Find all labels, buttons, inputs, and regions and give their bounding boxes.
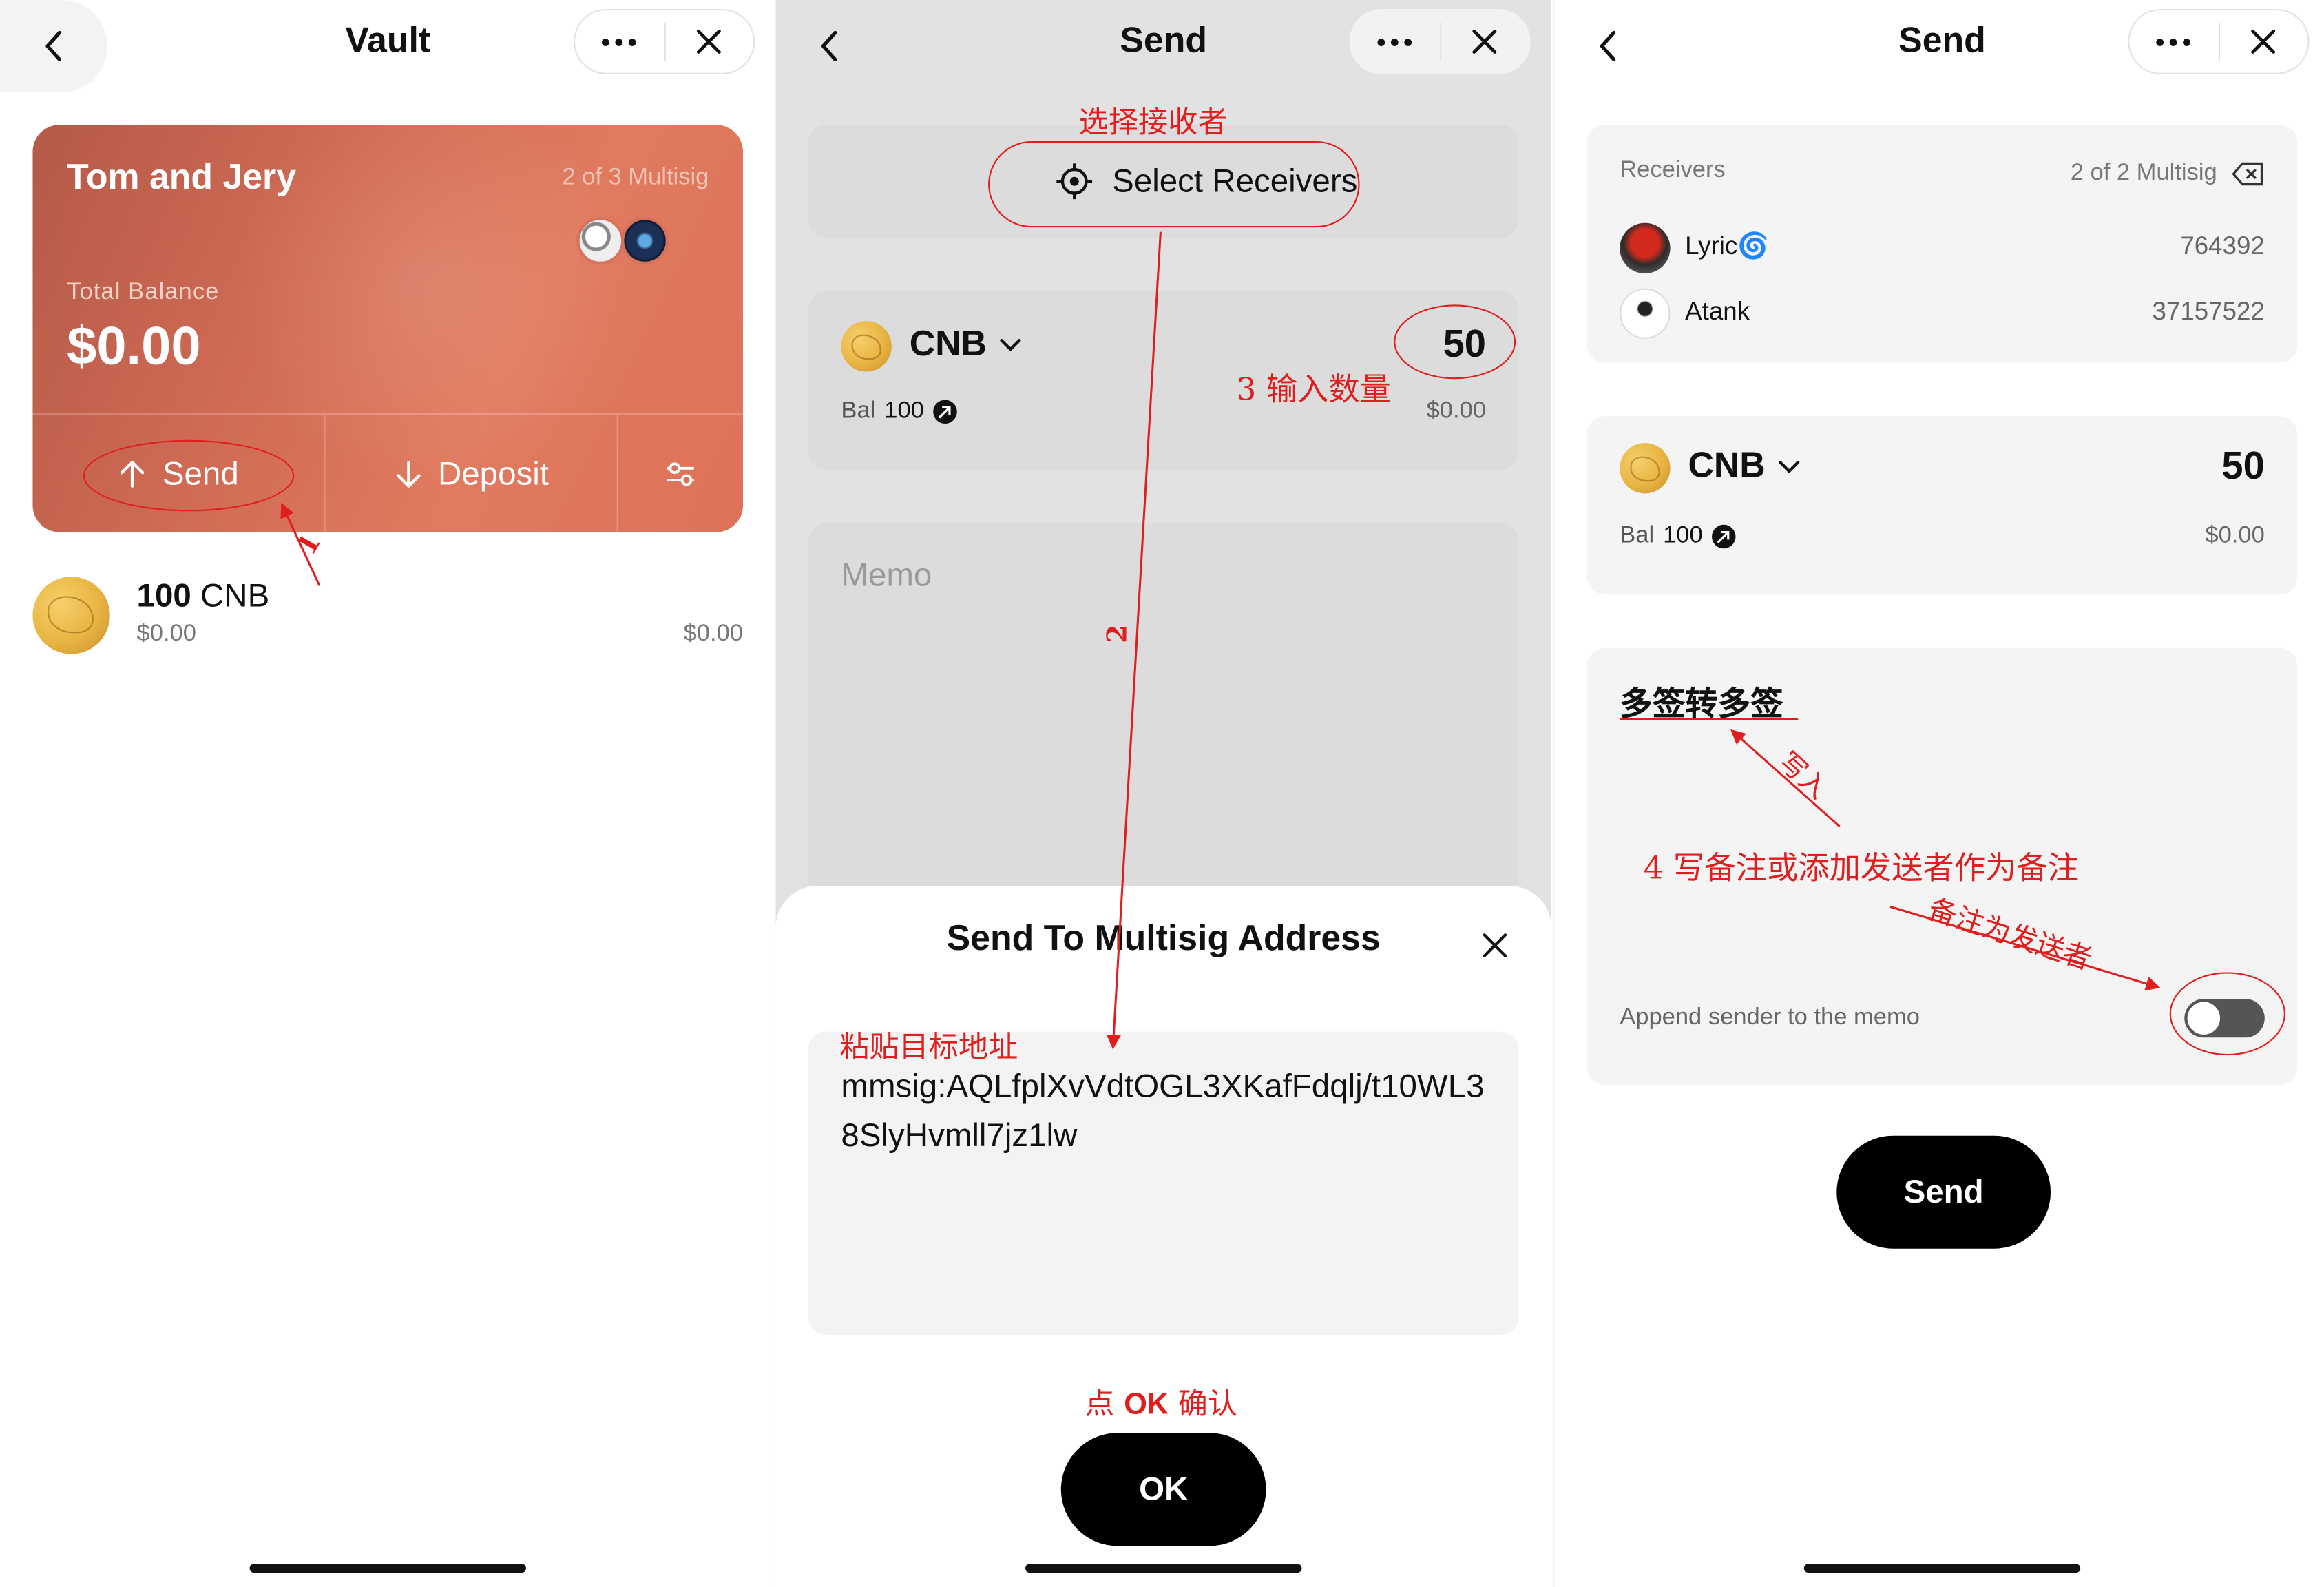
receiver-row: Lyric🌀 764392 bbox=[1620, 222, 2265, 274]
address-input[interactable]: mmsig:AQLfplXvVdtOGL3XKafFdqlj/t10WL38Sl… bbox=[808, 1031, 1519, 1335]
sheet-title: Send To Multisig Address bbox=[946, 918, 1381, 959]
send-screen-confirm: Send Receivers 2 of 2 Multisig Lyric🌀 76… bbox=[1553, 0, 2324, 1587]
highlight-ring bbox=[2169, 972, 2286, 1056]
deposit-label: Deposit bbox=[437, 454, 549, 492]
receiver-id: 37157522 bbox=[2152, 297, 2265, 326]
arrow-up-right-icon bbox=[1711, 524, 1736, 549]
asset-fiat: $0.00 bbox=[136, 621, 196, 647]
home-indicator bbox=[249, 1564, 526, 1573]
header-actions bbox=[2128, 8, 2310, 74]
close-icon bbox=[2251, 29, 2276, 54]
highlight-ring bbox=[83, 439, 295, 512]
chevron-down-icon bbox=[1779, 460, 1800, 474]
arrow-down-icon bbox=[396, 459, 421, 487]
vault-screen: Vault Tom and Jery 2 of 3 Multisig Total… bbox=[0, 0, 776, 1587]
chevron-down-icon bbox=[1000, 339, 1021, 352]
multisig-label: 2 of 3 Multisig bbox=[562, 165, 709, 191]
asset-value: $0.00 bbox=[683, 621, 743, 647]
memo-text: 多签转多签 bbox=[1620, 685, 1783, 723]
home-indicator bbox=[1025, 1564, 1302, 1573]
token-selector[interactable]: CNB bbox=[910, 324, 1023, 365]
fiat-value: $0.00 bbox=[1426, 398, 1486, 424]
asset-amount: 100 CNB bbox=[136, 577, 270, 614]
annotation-step-4: 4 写备注或添加发送者作为备注 bbox=[1643, 850, 2080, 886]
close-button[interactable] bbox=[2219, 10, 2307, 73]
more-button[interactable] bbox=[1351, 10, 1439, 73]
fiat-value: $0.00 bbox=[2205, 523, 2265, 549]
annotation-click-ok: 点 OK 确认 bbox=[1085, 1385, 1238, 1422]
member-avatar bbox=[576, 217, 625, 265]
arrow-up-right-icon bbox=[932, 400, 957, 424]
avatar bbox=[1620, 288, 1671, 340]
address-value: mmsig:AQLfplXvVdtOGL3XKafFdqlj/t10WL38Sl… bbox=[841, 1067, 1485, 1154]
member-avatar bbox=[621, 217, 669, 265]
append-sender-label: Append sender to the memo bbox=[1620, 1004, 1920, 1030]
memo-placeholder: Memo bbox=[841, 556, 932, 594]
receiver-id: 764392 bbox=[2180, 231, 2265, 260]
send-screen-address: Send Select Receivers CNB 50 Bal 100 $0.… bbox=[775, 0, 1551, 1587]
close-button[interactable] bbox=[665, 10, 753, 73]
header-actions bbox=[573, 8, 755, 74]
vault-name: Tom and Jery bbox=[67, 157, 297, 198]
highlight-ring bbox=[1394, 304, 1516, 380]
settings-button[interactable] bbox=[618, 415, 743, 532]
annotation-enter-amount: 3 输入数量 bbox=[1236, 371, 1391, 408]
annotation-step-2: 2 bbox=[1102, 624, 1134, 643]
top-bar: Send bbox=[775, 0, 1551, 92]
receiver-row: Atank 37157522 bbox=[1620, 288, 2265, 340]
asset-row[interactable]: 100 CNB $0.00 $0.00 bbox=[32, 574, 743, 657]
annotation-paste-address: 粘贴目标地址 bbox=[839, 1028, 1018, 1065]
send-button[interactable]: Send bbox=[1836, 1135, 2051, 1249]
more-button[interactable] bbox=[575, 10, 663, 73]
total-balance-label: Total Balance bbox=[67, 279, 220, 305]
send-to-multisig-sheet: Send To Multisig Address mmsig:AQLfplXvV… bbox=[775, 886, 1551, 1587]
deposit-button[interactable]: Deposit bbox=[326, 415, 617, 532]
more-button[interactable] bbox=[2129, 10, 2217, 73]
close-button[interactable] bbox=[1441, 10, 1529, 73]
close-icon bbox=[1472, 29, 1497, 54]
amount-input[interactable]: 50 bbox=[2221, 443, 2264, 489]
memo-box[interactable]: Memo bbox=[808, 523, 1519, 925]
close-icon bbox=[697, 29, 722, 54]
receivers-label: Receivers bbox=[1620, 157, 1726, 183]
annotation-select-receiver: 选择接收者 bbox=[1078, 104, 1228, 140]
cnb-coin-icon bbox=[1620, 443, 1671, 494]
more-icon bbox=[602, 38, 637, 45]
total-balance-value: $0.00 bbox=[67, 315, 201, 376]
clear-icon[interactable] bbox=[2232, 162, 2264, 186]
avatar bbox=[1620, 222, 1671, 274]
top-bar: Send bbox=[1554, 0, 2324, 92]
home-indicator bbox=[1803, 1564, 2081, 1573]
header-actions bbox=[1349, 8, 1531, 74]
more-icon bbox=[1378, 38, 1412, 45]
amount-box: CNB 50 Bal 100 $0.00 bbox=[1587, 416, 2298, 595]
receivers-box: Receivers 2 of 2 Multisig Lyric🌀 764392 … bbox=[1587, 125, 2298, 363]
top-bar: Vault bbox=[0, 0, 775, 92]
sliders-icon bbox=[667, 461, 694, 486]
cnb-coin-icon bbox=[841, 321, 892, 372]
more-icon bbox=[2156, 38, 2191, 45]
receiver-name: Atank bbox=[1685, 297, 1750, 326]
close-icon[interactable] bbox=[1477, 928, 1513, 964]
balance-row: Bal 100 bbox=[841, 398, 957, 425]
ok-button[interactable]: OK bbox=[1060, 1433, 1266, 1546]
receiver-name: Lyric🌀 bbox=[1685, 231, 1769, 260]
token-selector[interactable]: CNB bbox=[1688, 446, 1801, 487]
highlight-ring bbox=[988, 141, 1360, 228]
receivers-multisig: 2 of 2 Multisig bbox=[2071, 160, 2265, 187]
cnb-coin-icon bbox=[32, 577, 110, 654]
balance-row: Bal 100 bbox=[1620, 523, 1736, 550]
